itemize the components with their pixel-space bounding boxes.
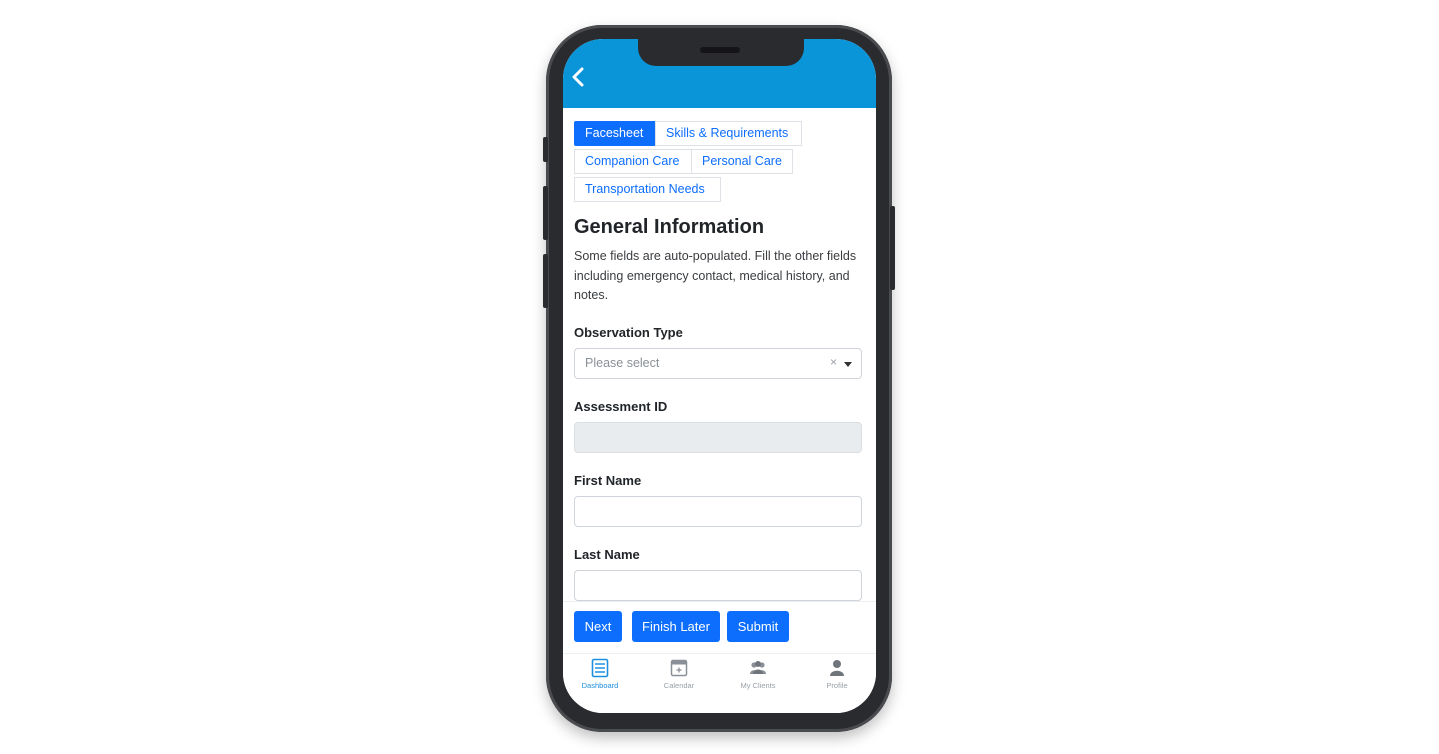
tabbar-label-my-clients: My Clients [740,681,776,690]
form-action-bar: Next Finish Later Submit [563,601,876,654]
tabbar-item-dashboard[interactable]: Dashboard [565,658,635,698]
submit-button[interactable]: Submit [727,611,789,642]
next-button[interactable]: Next [574,611,622,642]
earpiece-speaker [700,47,740,53]
section-title: General Information [574,216,765,238]
observation-type-placeholder: Please select [585,356,660,370]
section-description: Some fields are auto-populated. Fill the… [574,249,857,302]
last-name-label: Last Name [574,547,640,562]
assessment-id-label: Assessment ID [574,399,668,414]
clear-selection-icon[interactable]: × [830,355,837,369]
assessment-id-field [574,422,862,453]
tab-companion-care[interactable]: Companion Care [574,149,692,174]
bottom-tab-bar: Dashboard Calendar My Clients Profile [563,653,876,713]
observation-type-select[interactable]: Please select × [574,348,862,379]
volume-down-button [543,254,548,308]
dropdown-caret-icon[interactable] [844,362,852,367]
tab-skills-requirements[interactable]: Skills & Requirements [655,121,802,146]
tabbar-label-dashboard: Dashboard [581,681,619,690]
observation-type-label: Observation Type [574,325,683,340]
dashboard-icon [591,658,609,678]
tab-transportation-needs[interactable]: Transportation Needs [574,177,721,202]
calendar-icon [670,659,688,677]
tabbar-item-my-clients[interactable]: My Clients [723,658,793,698]
back-chevron-icon[interactable] [569,65,589,89]
tab-facesheet[interactable]: Facesheet [574,121,655,146]
first-name-field[interactable] [574,496,862,527]
tab-personal-care[interactable]: Personal Care [691,149,793,174]
clients-icon [750,661,766,674]
stage: Facesheet Skills & Requirements Companio… [0,0,1439,754]
first-name-label: First Name [574,473,642,488]
tabbar-item-calendar[interactable]: Calendar [644,658,714,698]
volume-up-button [543,186,548,240]
silent-switch [543,137,548,162]
tabbar-item-profile[interactable]: Profile [802,658,872,698]
phone-screen: Facesheet Skills & Requirements Companio… [563,39,876,713]
tabbar-label-calendar: Calendar [663,681,695,690]
last-name-field[interactable] [574,570,862,601]
profile-icon [830,660,844,676]
finish-later-button[interactable]: Finish Later [632,611,720,642]
power-button [890,206,895,290]
tabbar-label-profile: Profile [826,681,848,690]
